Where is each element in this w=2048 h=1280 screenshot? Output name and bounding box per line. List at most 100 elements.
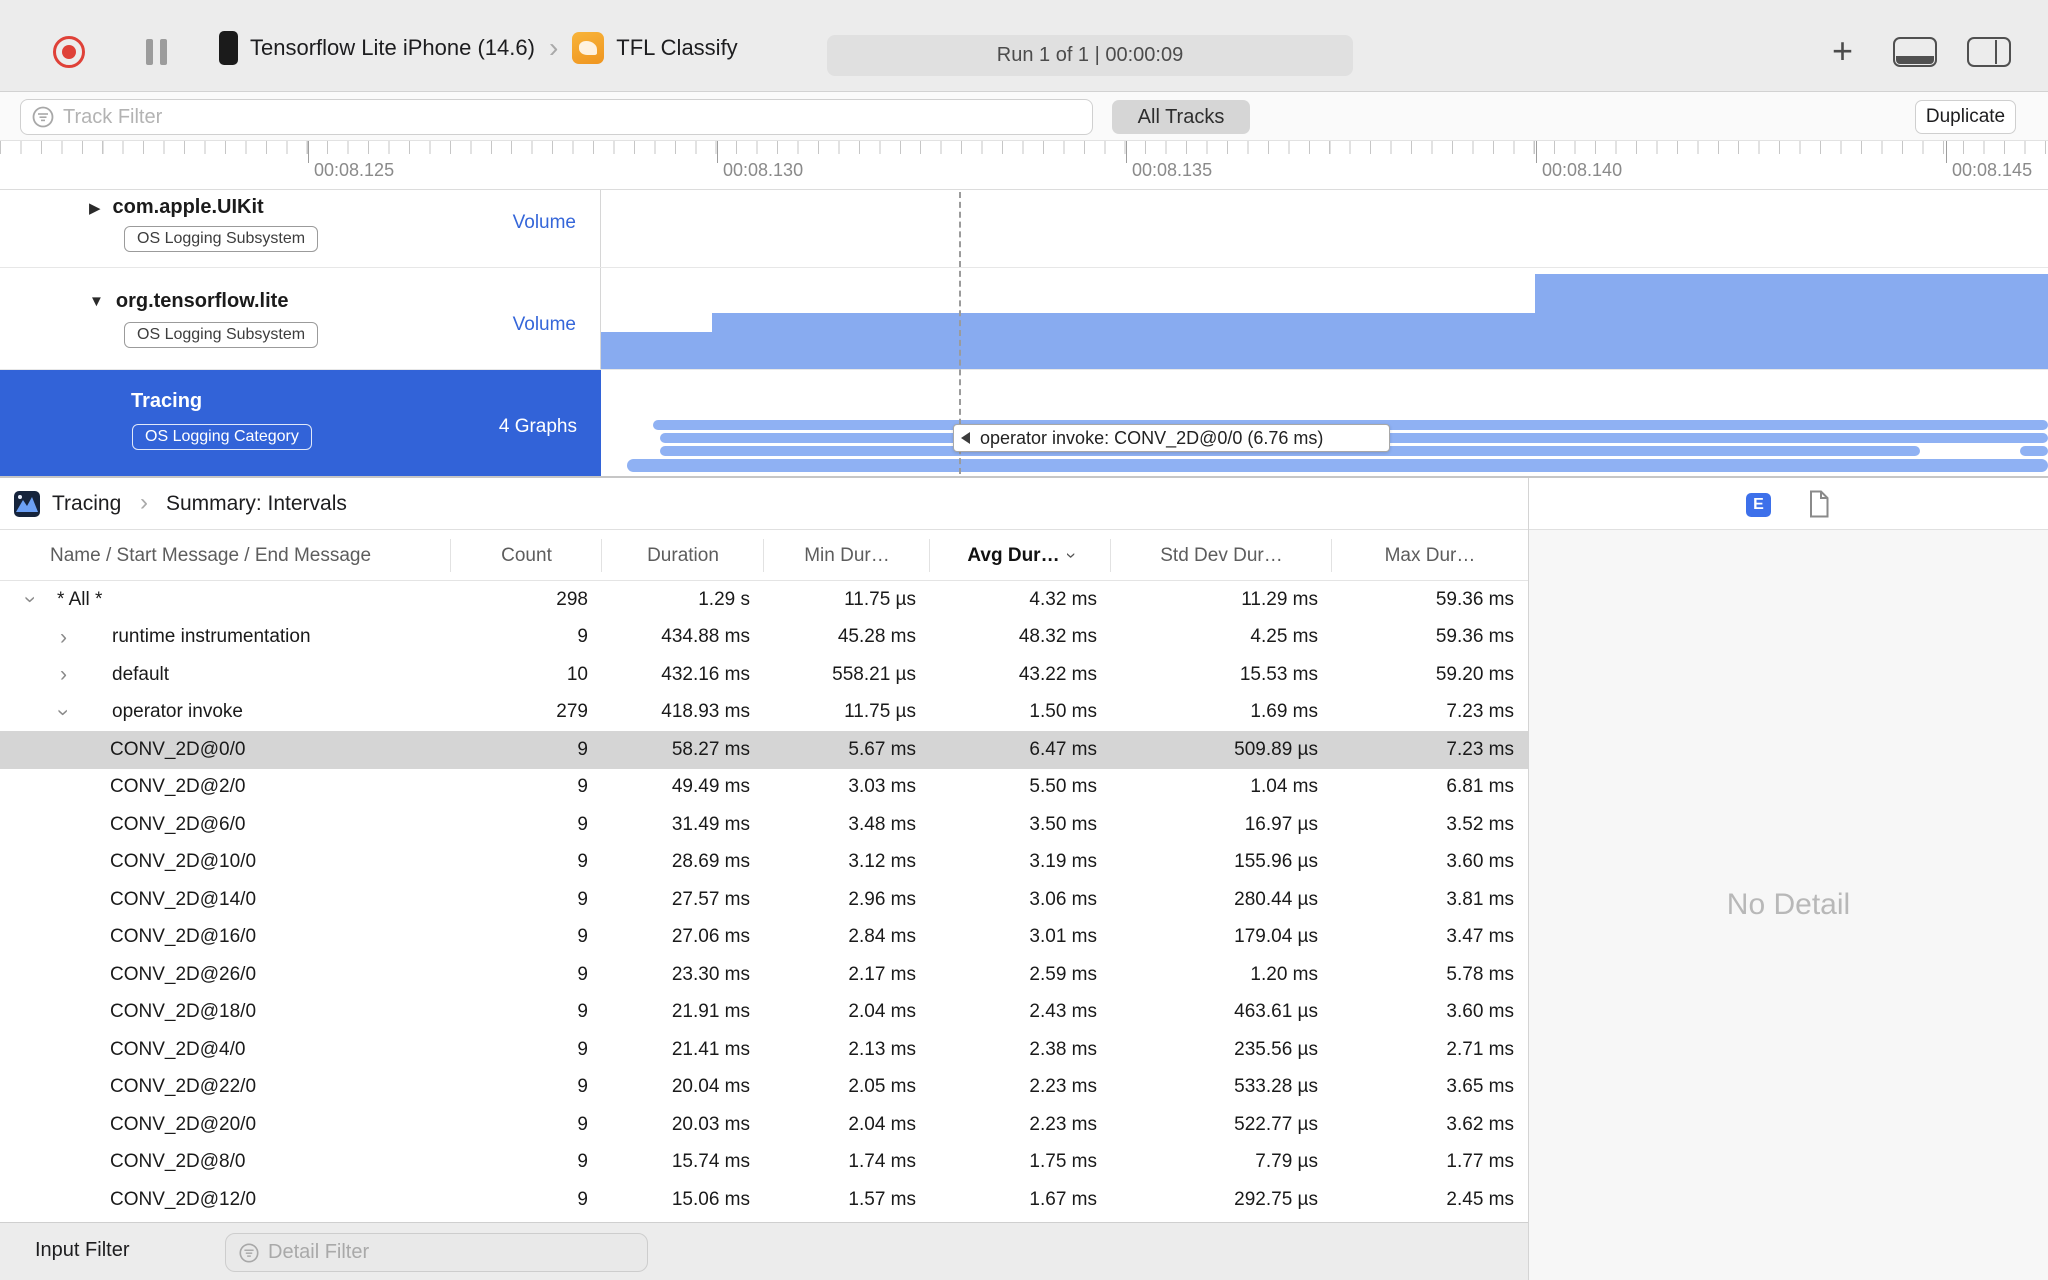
cell-duration: 15.06 ms xyxy=(671,1188,750,1210)
table-row[interactable]: CONV_2D@12/0 9 15.06 ms 1.57 ms 1.67 ms 292.7… xyxy=(0,1181,1528,1219)
cell-min: 2.96 ms xyxy=(848,888,916,910)
cell-stddev: 179.04 µs xyxy=(1234,926,1318,948)
track-meta-label: Volume xyxy=(512,212,576,233)
column-header-count[interactable]: Count xyxy=(451,530,602,581)
all-tracks-button[interactable]: All Tracks xyxy=(1112,100,1250,134)
interval-tooltip: operator invoke: CONV_2D@0/0 (6.76 ms) xyxy=(953,424,1390,452)
disclosure-chevron-icon[interactable]: › xyxy=(19,589,57,610)
track-lane-uikit[interactable] xyxy=(601,190,2048,267)
cell-stddev: 155.96 µs xyxy=(1234,851,1318,873)
cell-max: 3.60 ms xyxy=(1446,851,1514,873)
disclosure-chevron-icon[interactable]: › xyxy=(60,627,112,648)
cell-count: 9 xyxy=(577,851,588,873)
cell-duration: 432.16 ms xyxy=(661,663,750,685)
cell-count: 9 xyxy=(577,1151,588,1173)
cell-min: 5.67 ms xyxy=(848,738,916,760)
table-row[interactable]: CONV_2D@18/0 9 21.91 ms 2.04 ms 2.43 ms 463.6… xyxy=(0,993,1528,1031)
subsystem-badge: OS Logging Subsystem xyxy=(124,322,319,348)
cell-min: 2.17 ms xyxy=(848,963,916,985)
track-meta-label: 4 Graphs xyxy=(498,416,577,437)
table-row[interactable]: › operator invoke 279 418.93 ms 11.75 µs 1.50… xyxy=(0,693,1528,731)
cell-avg: 3.50 ms xyxy=(1029,813,1097,835)
table-row[interactable]: CONV_2D@16/0 9 27.06 ms 2.84 ms 3.01 ms 179.0… xyxy=(0,918,1528,956)
cell-min: 2.04 ms xyxy=(848,1113,916,1135)
detail-filter-input[interactable] xyxy=(268,1241,647,1264)
tracing-instrument-icon xyxy=(14,491,40,517)
add-instrument-button[interactable]: + xyxy=(1832,30,1853,72)
target-selector[interactable]: Tensorflow Lite iPhone (14.6) › TFL Clas… xyxy=(219,28,738,68)
disclosure-triangle-icon[interactable]: ▶ xyxy=(89,199,101,217)
column-header-avg-dur[interactable]: Avg Dur… › xyxy=(930,530,1111,581)
table-row[interactable]: CONV_2D@14/0 9 27.57 ms 2.96 ms 3.06 ms 280.4… xyxy=(0,881,1528,919)
name-cell: › runtime instrumentation xyxy=(0,626,451,648)
interval-capsule[interactable] xyxy=(627,459,2048,472)
cell-max: 59.20 ms xyxy=(1435,663,1514,685)
cell-count: 9 xyxy=(577,1113,588,1135)
column-header-duration[interactable]: Duration xyxy=(602,530,764,581)
column-header-name[interactable]: Name / Start Message / End Message xyxy=(0,530,451,581)
disclosure-chevron-icon[interactable]: › xyxy=(60,664,112,685)
ruler-major-tick xyxy=(308,141,309,163)
cell-duration: 27.57 ms xyxy=(671,888,750,910)
table-row[interactable]: › default 10 432.16 ms 558.21 µs 43.22 ms 15.5… xyxy=(0,656,1528,694)
table-row[interactable]: CONV_2D@22/0 9 20.04 ms 2.05 ms 2.23 ms 533.2… xyxy=(0,1068,1528,1106)
record-button[interactable] xyxy=(53,36,85,68)
track-com-apple-uikit[interactable]: ▶ com.apple.UIKit OS Logging Subsystem V… xyxy=(0,190,2048,268)
table-row[interactable]: CONV_2D@10/0 9 28.69 ms 3.12 ms 3.19 ms 155.9… xyxy=(0,843,1528,881)
track-lane-tensorflow-volume[interactable] xyxy=(601,268,2048,369)
cell-duration: 58.27 ms xyxy=(671,738,750,760)
device-name: Tensorflow Lite iPhone (14.6) xyxy=(250,35,535,60)
document-icon xyxy=(1810,490,1829,518)
disclosure-chevron-icon[interactable]: › xyxy=(52,702,112,723)
inspector-panel: No Detail xyxy=(1529,530,2048,1280)
table-row[interactable]: CONV_2D@2/0 9 49.49 ms 3.03 ms 5.50 ms 1.04 m… xyxy=(0,768,1528,806)
table-row[interactable]: CONV_2D@4/0 9 21.41 ms 2.13 ms 2.38 ms 235.56… xyxy=(0,1031,1528,1069)
tfl-classify-app-icon xyxy=(572,32,605,64)
interval-capsule[interactable] xyxy=(2020,446,2048,456)
ruler-major-tick xyxy=(717,141,718,163)
detail-filter-field[interactable] xyxy=(225,1233,648,1272)
cell-avg: 2.43 ms xyxy=(1029,1001,1097,1023)
document-icon-button[interactable] xyxy=(1808,490,1830,523)
track-tracing[interactable]: Tracing OS Logging Category 4 Graphs ope… xyxy=(0,370,2048,476)
cell-max: 5.78 ms xyxy=(1446,963,1514,985)
cell-count: 9 xyxy=(577,963,588,985)
track-filter-field[interactable] xyxy=(20,99,1093,135)
cell-stddev: 15.53 ms xyxy=(1239,663,1318,685)
track-label[interactable]: ▼ org.tensorflow.lite OS Logging Subsyst… xyxy=(0,268,601,369)
table-row[interactable]: CONV_2D@0/0 9 58.27 ms 5.67 ms 6.47 ms 509.89… xyxy=(0,731,1528,769)
column-header-min-dur[interactable]: Min Dur… xyxy=(764,530,930,581)
track-filter-input[interactable] xyxy=(63,105,1092,129)
extended-detail-button[interactable]: E xyxy=(1746,493,1771,517)
track-lane-tracing-intervals[interactable]: operator invoke: CONV_2D@0/0 (6.76 ms) xyxy=(601,370,2048,476)
filter-bar: All Tracks Duplicate xyxy=(0,92,2048,141)
cell-max: 3.52 ms xyxy=(1446,813,1514,835)
breadcrumb-summary-intervals[interactable]: Summary: Intervals xyxy=(166,492,347,516)
pause-button[interactable] xyxy=(146,39,170,65)
table-row[interactable]: › * All * 298 1.29 s 11.75 µs 4.32 ms 11.29 ms… xyxy=(0,581,1528,619)
column-header-max-dur[interactable]: Max Dur… xyxy=(1332,530,1528,581)
duplicate-button[interactable]: Duplicate xyxy=(1915,100,2016,134)
toggle-right-pane-button[interactable] xyxy=(1967,37,2011,67)
row-name: CONV_2D@16/0 xyxy=(110,926,257,948)
table-row[interactable]: CONV_2D@26/0 9 23.30 ms 2.17 ms 2.59 ms 1.20 … xyxy=(0,956,1528,994)
cell-stddev: 1.20 ms xyxy=(1250,963,1318,985)
cell-max: 7.23 ms xyxy=(1446,738,1514,760)
bottom-pane-fill xyxy=(1896,56,1934,64)
toggle-bottom-pane-button[interactable] xyxy=(1893,37,1937,67)
row-name: CONV_2D@26/0 xyxy=(110,963,257,985)
cell-min: 2.84 ms xyxy=(848,926,916,948)
ruler-time-label: 00:08.135 xyxy=(1132,160,1213,180)
column-header-std-dev-dur[interactable]: Std Dev Dur… xyxy=(1111,530,1332,581)
timeline-ruler[interactable]: 00:08.125 00:08.130 00:08.135 00:08.140 … xyxy=(0,141,2048,190)
table-row[interactable]: CONV_2D@6/0 9 31.49 ms 3.48 ms 3.50 ms 16.97 … xyxy=(0,806,1528,844)
name-cell: CONV_2D@12/0 xyxy=(0,1189,451,1211)
table-row[interactable]: › runtime instrumentation 9 434.88 ms 45.28 … xyxy=(0,618,1528,656)
table-row[interactable]: CONV_2D@20/0 9 20.03 ms 2.04 ms 2.23 ms 522.7… xyxy=(0,1106,1528,1144)
track-label[interactable]: ▶ com.apple.UIKit OS Logging Subsystem V… xyxy=(0,190,601,267)
disclosure-triangle-icon[interactable]: ▼ xyxy=(89,293,104,310)
breadcrumb-tracing[interactable]: Tracing xyxy=(52,492,121,516)
track-org-tensorflow-lite[interactable]: ▼ org.tensorflow.lite OS Logging Subsyst… xyxy=(0,268,2048,370)
track-label-selected[interactable]: Tracing OS Logging Category 4 Graphs xyxy=(0,370,601,476)
table-row[interactable]: CONV_2D@8/0 9 15.74 ms 1.74 ms 1.75 ms 7.79 µ… xyxy=(0,1143,1528,1181)
